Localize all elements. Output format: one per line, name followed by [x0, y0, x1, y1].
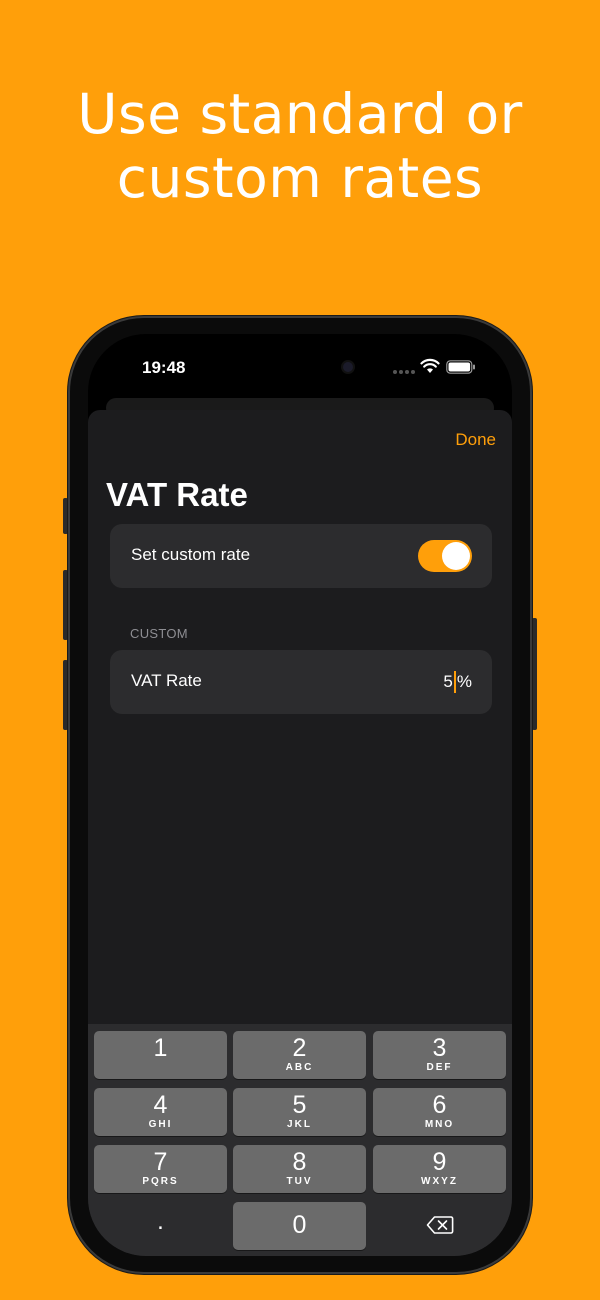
- key-0[interactable]: 0: [233, 1202, 366, 1250]
- battery-icon: [446, 360, 475, 374]
- done-button[interactable]: Done: [455, 430, 496, 450]
- vat-rate-row: VAT Rate 5 %: [110, 650, 492, 714]
- key-8[interactable]: 8 TUV: [233, 1145, 366, 1193]
- headline: Use standard or custom rates: [0, 82, 600, 210]
- key-8-number: 8: [292, 1148, 307, 1176]
- key-0-number: 0: [292, 1211, 307, 1239]
- key-9[interactable]: 9 WXYZ: [373, 1145, 506, 1193]
- text-cursor: [453, 671, 456, 693]
- key-delete[interactable]: [373, 1202, 506, 1250]
- key-7[interactable]: 7 PQRS: [94, 1145, 227, 1193]
- key-2-letters: ABC: [285, 1062, 314, 1073]
- key-7-number: 7: [153, 1148, 168, 1176]
- sheet-title: VAT Rate: [106, 476, 248, 513]
- power-button: [532, 618, 537, 730]
- key-decimal-symbol: .: [157, 1208, 164, 1235]
- key-9-letters: WXYZ: [421, 1176, 458, 1187]
- vat-rate-sheet: Done VAT Rate Set custom rate CUSTOM VAT…: [88, 410, 512, 1256]
- headline-line-2: custom rates: [116, 146, 484, 210]
- delete-backspace-icon: [426, 1216, 453, 1234]
- custom-rate-toggle[interactable]: [418, 540, 472, 572]
- wifi-icon: [420, 358, 440, 373]
- headline-line-1: Use standard or: [77, 82, 523, 146]
- key-6[interactable]: 6 MNO: [373, 1088, 506, 1136]
- key-3-number: 3: [432, 1034, 447, 1062]
- key-5-number: 5: [292, 1091, 307, 1119]
- vat-rate-unit: %: [456, 672, 472, 691]
- key-5-letters: JKL: [287, 1119, 312, 1130]
- key-6-letters: MNO: [424, 1119, 455, 1130]
- custom-rate-toggle-row: Set custom rate: [110, 524, 492, 588]
- key-1[interactable]: 1: [94, 1031, 227, 1079]
- vat-rate-value: 5: [443, 672, 453, 691]
- key-5[interactable]: 5 JKL: [233, 1088, 366, 1136]
- section-header-custom: CUSTOM: [130, 626, 188, 641]
- custom-rate-toggle-label: Set custom rate: [131, 545, 251, 564]
- key-4[interactable]: 4 GHI: [94, 1088, 227, 1136]
- key-decimal[interactable]: .: [94, 1202, 227, 1250]
- key-4-letters: GHI: [148, 1119, 173, 1130]
- key-2-number: 2: [292, 1034, 307, 1062]
- toggle-knob: [442, 542, 470, 570]
- key-7-letters: PQRS: [142, 1176, 179, 1187]
- status-time: 19:48: [142, 358, 186, 377]
- key-2[interactable]: 2 ABC: [233, 1031, 366, 1079]
- key-1-number: 1: [153, 1034, 168, 1062]
- key-3[interactable]: 3 DEF: [373, 1031, 506, 1079]
- key-4-number: 4: [153, 1091, 168, 1119]
- camera-icon: [343, 362, 353, 372]
- signal-icon: [393, 370, 415, 374]
- vat-rate-input[interactable]: 5 %: [443, 671, 472, 693]
- key-8-letters: TUV: [286, 1176, 313, 1187]
- phone-screen: 19:48 Done VAT Rate Set custom rate CUST…: [88, 334, 512, 1256]
- key-3-letters: DEF: [426, 1062, 453, 1073]
- key-6-number: 6: [432, 1091, 447, 1119]
- vat-rate-label: VAT Rate: [131, 671, 202, 690]
- numeric-keypad: 1 2 ABC 3 DEF 4 GHI 5 JKL 6 MNO 7 PQRS 8…: [88, 1024, 512, 1256]
- key-9-number: 9: [432, 1148, 447, 1176]
